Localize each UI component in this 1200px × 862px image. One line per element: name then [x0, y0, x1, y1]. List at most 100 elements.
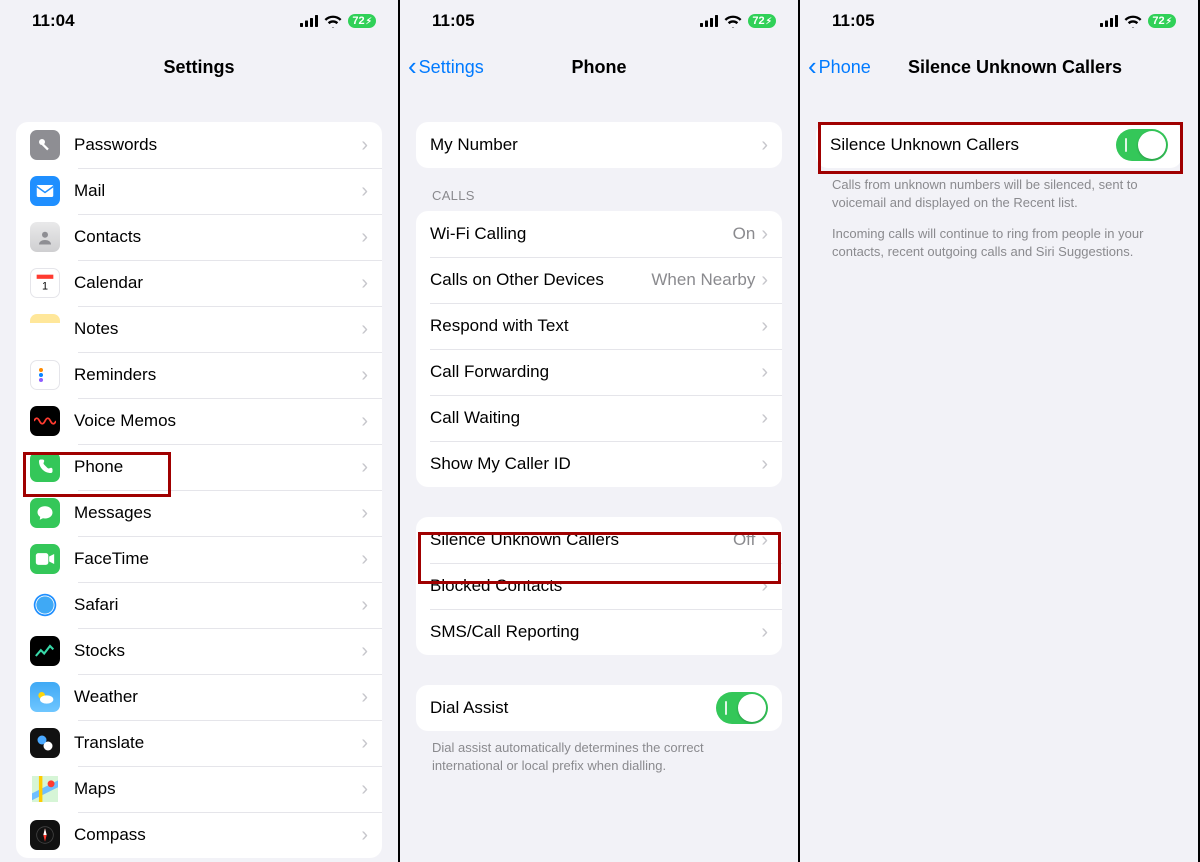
- silence-toggle-group: Silence Unknown Callers: [816, 122, 1182, 168]
- silence-unknown-callers-row[interactable]: Silence Unknown Callers: [816, 122, 1182, 168]
- row-label: Calls on Other Devices: [430, 270, 651, 290]
- settings-row-weather[interactable]: Weather›: [16, 674, 382, 720]
- row-label: Mail: [74, 181, 361, 201]
- silence-row-0[interactable]: Silence Unknown CallersOff›: [416, 517, 782, 563]
- page-title: Silence Unknown Callers: [876, 57, 1122, 78]
- nav-bar: ‹ Settings Phone: [400, 42, 798, 92]
- silence-row-1[interactable]: Blocked Contacts›: [416, 563, 782, 609]
- settings-row-stocks[interactable]: Stocks›: [16, 628, 382, 674]
- settings-row-contacts[interactable]: Contacts›: [16, 214, 382, 260]
- settings-row-translate[interactable]: Translate›: [16, 720, 382, 766]
- chevron-right-icon: ›: [361, 779, 368, 799]
- calendar-icon: 1: [30, 268, 60, 298]
- stocks-icon: [30, 636, 60, 666]
- chevron-right-icon: ›: [761, 530, 768, 550]
- row-value: Off: [733, 530, 755, 550]
- battery-icon: 72⚡︎: [348, 14, 376, 28]
- chevron-right-icon: ›: [361, 411, 368, 431]
- maps-icon: [30, 774, 60, 804]
- row-label: Weather: [74, 687, 361, 707]
- mail-icon: [30, 176, 60, 206]
- screen-settings: 11:04 72⚡︎ Settings Passwords›Mail›Conta…: [0, 0, 400, 862]
- chevron-right-icon: ›: [761, 622, 768, 642]
- row-label: Calendar: [74, 273, 361, 293]
- phone-icon: [30, 452, 60, 482]
- chevron-right-icon: ›: [761, 270, 768, 290]
- settings-row-mail[interactable]: Mail›: [16, 168, 382, 214]
- chevron-right-icon: ›: [361, 365, 368, 385]
- chevron-right-icon: ›: [361, 825, 368, 845]
- chevron-right-icon: ›: [761, 316, 768, 336]
- battery-percent: 72: [352, 15, 364, 27]
- battery-percent: 72: [1152, 15, 1164, 27]
- settings-row-compass[interactable]: Compass›: [16, 812, 382, 858]
- settings-row-phone[interactable]: Phone›: [16, 444, 382, 490]
- settings-row-maps[interactable]: Maps›: [16, 766, 382, 812]
- nav-bar: Settings: [0, 42, 398, 92]
- notes-icon: [30, 314, 60, 344]
- wifi-icon: [1124, 15, 1142, 28]
- charging-bolt-icon: ⚡︎: [1166, 16, 1172, 27]
- calls-row-2[interactable]: Respond with Text›: [416, 303, 782, 349]
- compass-icon: [30, 820, 60, 850]
- chevron-right-icon: ›: [361, 595, 368, 615]
- screen-silence-unknown-callers: 11:05 72⚡︎ ‹ Phone Silence Unknown Calle…: [800, 0, 1200, 862]
- cellular-signal-icon: [300, 15, 318, 27]
- row-label: SMS/Call Reporting: [430, 622, 761, 642]
- calls-group: Wi-Fi CallingOn›Calls on Other DevicesWh…: [416, 211, 782, 487]
- status-indicators: 72⚡︎: [1100, 14, 1176, 28]
- settings-row-passwords[interactable]: Passwords›: [16, 122, 382, 168]
- charging-bolt-icon: ⚡︎: [366, 16, 372, 27]
- row-label: My Number: [430, 135, 761, 155]
- row-label: Phone: [74, 457, 361, 477]
- reminders-icon: [30, 360, 60, 390]
- settings-row-facetime[interactable]: FaceTime›: [16, 536, 382, 582]
- calls-row-1[interactable]: Calls on Other DevicesWhen Nearby›: [416, 257, 782, 303]
- back-button[interactable]: ‹ Phone: [808, 42, 871, 92]
- contacts-icon: [30, 222, 60, 252]
- silence-row-2[interactable]: SMS/Call Reporting›: [416, 609, 782, 655]
- silence-unknown-callers-toggle[interactable]: [1116, 129, 1168, 161]
- row-label: Translate: [74, 733, 361, 753]
- row-label: Stocks: [74, 641, 361, 661]
- wifi-icon: [324, 15, 342, 28]
- settings-row-reminders[interactable]: Reminders›: [16, 352, 382, 398]
- calls-row-0[interactable]: Wi-Fi CallingOn›: [416, 211, 782, 257]
- chevron-right-icon: ›: [761, 224, 768, 244]
- back-label: Phone: [819, 57, 871, 78]
- dial-assist-row-0[interactable]: Dial Assist: [416, 685, 782, 731]
- row-label: Show My Caller ID: [430, 454, 761, 474]
- back-button[interactable]: ‹ Settings: [408, 42, 484, 92]
- settings-row-voicememos[interactable]: Voice Memos›: [16, 398, 382, 444]
- row-label: Maps: [74, 779, 361, 799]
- settings-row-calendar[interactable]: 1Calendar›: [16, 260, 382, 306]
- settings-row-safari[interactable]: Safari›: [16, 582, 382, 628]
- facetime-icon: [30, 544, 60, 574]
- page-title: Settings: [163, 57, 234, 78]
- status-time: 11:05: [432, 11, 475, 31]
- calls-row-3[interactable]: Call Forwarding›: [416, 349, 782, 395]
- messages-icon: [30, 498, 60, 528]
- silence-blocked-group: Silence Unknown CallersOff›Blocked Conta…: [416, 517, 782, 655]
- chevron-right-icon: ›: [761, 408, 768, 428]
- settings-row-messages[interactable]: Messages›: [16, 490, 382, 536]
- settings-row-notes[interactable]: Notes›: [16, 306, 382, 352]
- row-label: Safari: [74, 595, 361, 615]
- chevron-right-icon: ›: [361, 319, 368, 339]
- dial-assist-toggle[interactable]: [716, 692, 768, 724]
- calls-row-5[interactable]: Show My Caller ID›: [416, 441, 782, 487]
- row-label: Compass: [74, 825, 361, 845]
- my-number-row-0[interactable]: My Number›: [416, 122, 782, 168]
- chevron-right-icon: ›: [361, 227, 368, 247]
- screen-phone-settings: 11:05 72⚡︎ ‹ Settings Phone My Number› C…: [400, 0, 800, 862]
- row-value: On: [733, 224, 756, 244]
- svg-text:1: 1: [42, 281, 48, 293]
- calls-row-4[interactable]: Call Waiting›: [416, 395, 782, 441]
- row-label: Wi-Fi Calling: [430, 224, 733, 244]
- battery-icon: 72⚡︎: [1148, 14, 1176, 28]
- page-title: Phone: [571, 57, 626, 78]
- voicememos-icon: [30, 406, 60, 436]
- dial-assist-description: Dial assist automatically determines the…: [416, 731, 782, 774]
- chevron-right-icon: ›: [361, 503, 368, 523]
- charging-bolt-icon: ⚡︎: [766, 16, 772, 27]
